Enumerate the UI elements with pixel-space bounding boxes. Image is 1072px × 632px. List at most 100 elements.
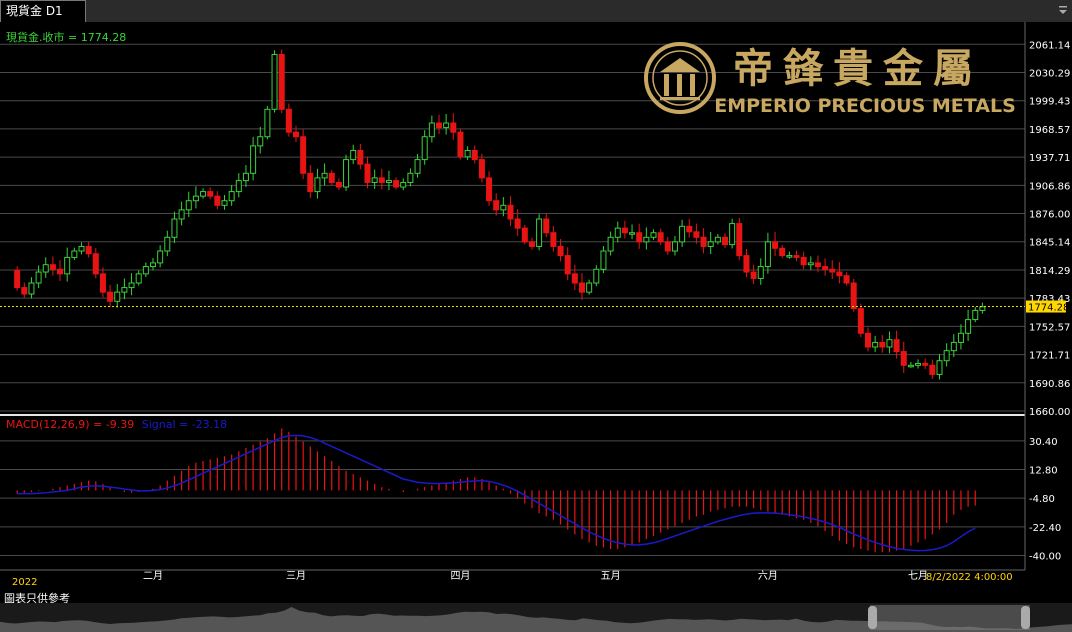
candle-up [71, 250, 78, 258]
candle-up [350, 149, 357, 161]
navigator-left-handle[interactable] [868, 606, 877, 629]
month-label: 二月 [143, 570, 163, 582]
candle-up [600, 250, 607, 270]
window-titlebar: 現貨金 D1 [0, 0, 1072, 23]
candle-down [307, 172, 314, 193]
candle-up [28, 282, 35, 295]
candle-up [157, 250, 164, 264]
candle-down [722, 236, 728, 246]
candle-up [979, 306, 986, 311]
candle-up [707, 241, 714, 247]
candle-down [857, 308, 864, 334]
candle-down [14, 269, 21, 289]
candle-up [671, 241, 678, 252]
candle-down [793, 255, 800, 258]
candle-up [950, 341, 957, 352]
candle-down [700, 236, 707, 247]
price-readout: 現貨金.收市 = 1774.28 [6, 30, 126, 44]
month-label: 五月 [601, 570, 621, 582]
candle-down [450, 122, 457, 133]
current-price-label: 1774.28 [1028, 303, 1069, 314]
candle-up [757, 266, 764, 279]
candle-down [865, 332, 871, 348]
price-tick-label: 1814.29 [1029, 266, 1070, 277]
candle-up [321, 172, 328, 179]
year-label: 2022 [12, 577, 37, 588]
candle-down [922, 362, 929, 366]
candle-up [178, 209, 185, 220]
navigator-scrollbar[interactable] [0, 603, 1072, 632]
candle-up [679, 225, 686, 243]
macd-tick-label: 30.40 [1029, 437, 1058, 448]
price-tick-label: 1999.43 [1029, 97, 1070, 108]
candle-up [972, 309, 979, 321]
candle-down [736, 223, 743, 257]
candle-down [657, 232, 664, 243]
chart-canvas[interactable]: 帝鋒貴金屬 EMPERIO PRECIOUS METALS 2061.14 203… [0, 22, 1072, 602]
chart-tab[interactable]: 現貨金 D1 [0, 0, 86, 22]
candle-up [936, 360, 943, 375]
candle-up [586, 282, 593, 293]
candle-down [99, 273, 106, 293]
candle-down [693, 231, 700, 238]
candle-up [607, 236, 614, 252]
candle-down [564, 255, 571, 275]
candle-up [593, 268, 600, 284]
candle-up [271, 53, 278, 110]
candle-up [371, 177, 378, 183]
candle-down [300, 136, 307, 174]
navigator-window[interactable] [870, 605, 1030, 630]
candle-up [872, 341, 879, 348]
candle-down [207, 191, 214, 197]
pane-separator[interactable] [0, 414, 1025, 416]
candle-up [729, 223, 736, 246]
candle-up [957, 332, 964, 343]
candle-up [135, 273, 142, 284]
candle-down [893, 339, 900, 353]
candle-up [385, 180, 392, 183]
candle-up [235, 180, 242, 193]
candle-up [228, 191, 235, 202]
price-tick-label: 2061.14 [1029, 40, 1070, 51]
window-menu-icon[interactable] [1058, 4, 1068, 16]
price-tick-label: 1845.14 [1029, 238, 1070, 249]
candle-up [264, 108, 271, 138]
candle-down [57, 268, 64, 275]
candle-up [128, 282, 135, 289]
candle-up [42, 264, 49, 273]
macd-tick-label: 12.80 [1029, 466, 1058, 477]
candle-down [521, 227, 528, 243]
candle-down [507, 204, 514, 220]
candle-up [142, 266, 149, 275]
macd-tick-label: -22.40 [1029, 523, 1061, 534]
candle-down [21, 287, 28, 295]
logo-english-name: EMPERIO PRECIOUS METALS [714, 95, 1016, 117]
candle-down [686, 225, 693, 233]
candle-down [471, 149, 478, 161]
candle-down [743, 255, 750, 273]
macd-tick-label: -4.80 [1029, 494, 1055, 505]
candle-down [550, 232, 557, 247]
month-label: 六月 [758, 570, 778, 582]
candle-up [171, 218, 178, 238]
candle-up [643, 236, 650, 243]
navigator-right-handle[interactable] [1021, 606, 1030, 629]
price-tick-label: 1876.00 [1029, 210, 1070, 221]
candle-down [357, 149, 364, 165]
candle-up [314, 177, 321, 193]
candle-up [614, 227, 621, 238]
price-tick-label: 1906.86 [1029, 181, 1070, 192]
candle-down [829, 268, 836, 273]
candle-down [750, 271, 757, 279]
candle-down [393, 180, 400, 188]
candle-up [257, 136, 264, 147]
candle-down [493, 200, 500, 211]
candle-up [250, 145, 257, 174]
candle-down [543, 218, 550, 234]
candle-up [64, 256, 71, 275]
price-tick-label: 1721.71 [1029, 351, 1070, 362]
candle-up [807, 262, 814, 266]
price-tick-label: 1752.57 [1029, 322, 1070, 333]
candle-down [293, 131, 299, 138]
month-label: 三月 [286, 570, 306, 582]
